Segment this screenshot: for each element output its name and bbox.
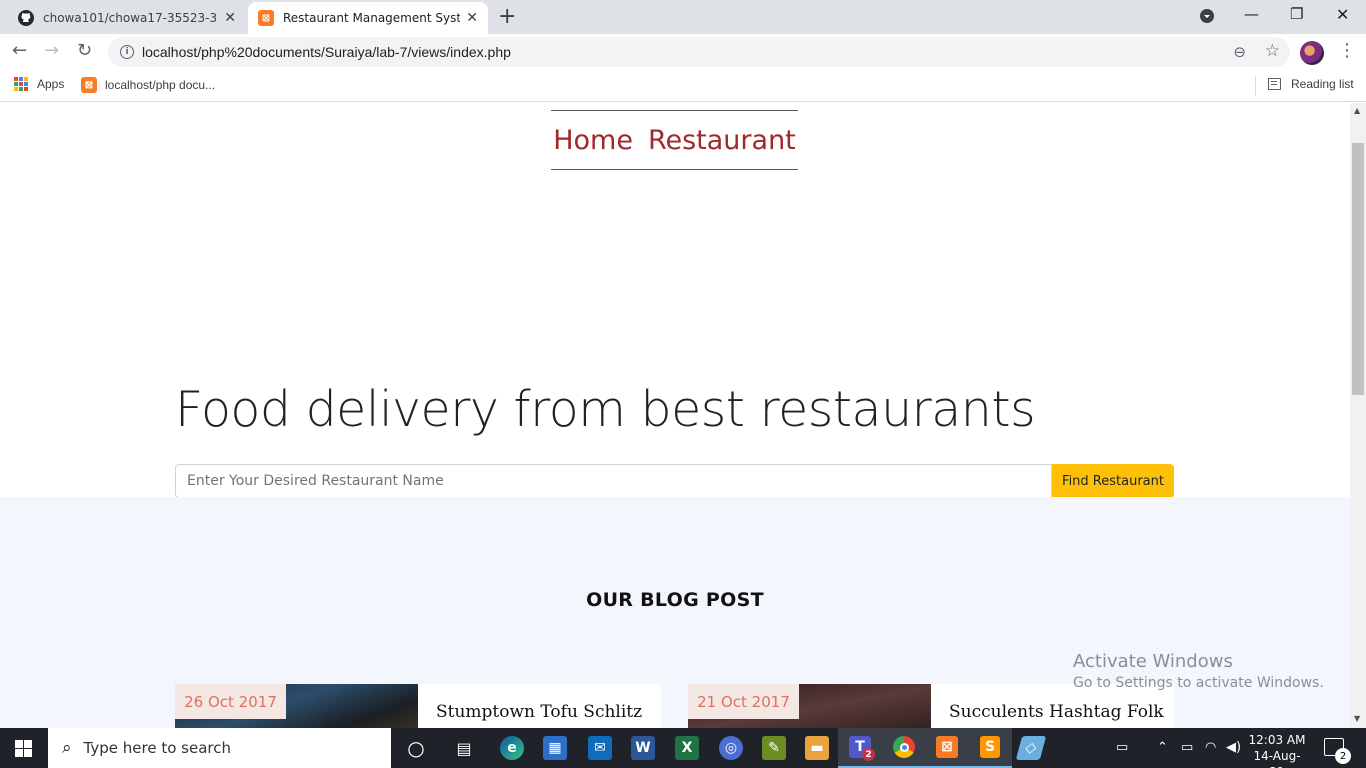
reading-list-label: Reading list <box>1291 77 1354 91</box>
restore-icon[interactable]: ❐ <box>1290 5 1303 23</box>
url-text[interactable]: localhost/php%20documents/Suraiya/lab-7/… <box>142 44 511 60</box>
blog-section: OUR BLOG POST 26 Oct 2017 Stumptown Tofu… <box>0 497 1350 728</box>
reading-list-icon <box>1268 78 1281 90</box>
bookmarks-bar: Apps ⊠ localhost/php docu... Reading lis… <box>0 70 1366 102</box>
bookmark-label: Apps <box>37 77 65 91</box>
blog-title[interactable]: Stumptown Tofu Schlitz <box>436 702 661 722</box>
blog-date: 21 Oct 2017 <box>688 684 799 719</box>
bookmarks-divider <box>1255 76 1256 96</box>
chrome-icon[interactable] <box>882 728 926 768</box>
watermark-title: Activate Windows <box>1073 651 1233 672</box>
bookmark-label: localhost/php docu... <box>105 78 216 92</box>
sublime-text-icon[interactable]: S <box>968 728 1012 768</box>
blog-title[interactable]: Succulents Hashtag Folk <box>949 702 1174 722</box>
word-icon[interactable]: W <box>631 736 655 760</box>
restaurant-search-input[interactable] <box>175 464 1052 498</box>
tab-github[interactable]: chowa101/chowa17-35523-3: We ✕ <box>8 2 246 34</box>
windows-taskbar: ⌕ Type here to search ○ ▤ e ▦ ✉ W X ◎ ✎ … <box>0 728 1366 768</box>
volume-icon[interactable]: ◀) <box>1226 740 1241 755</box>
scroll-up-arrow-icon[interactable]: ▲ <box>1354 106 1360 115</box>
tab-restaurant-management[interactable]: ⊠ Restaurant Management System ✕ <box>248 2 488 34</box>
notepad-icon[interactable]: ✎ <box>762 736 786 760</box>
tab-strip: chowa101/chowa17-35523-3: We ✕ ⊠ Restaur… <box>0 0 1366 34</box>
app-icon[interactable]: ◇ <box>1015 736 1047 760</box>
show-hidden-icons-icon[interactable]: ⌃ <box>1157 740 1168 755</box>
input-indicator-icon[interactable]: ▭ <box>1116 740 1128 755</box>
browser-app-icon[interactable]: ◎ <box>719 736 743 760</box>
page-scrollbar[interactable]: ▲ ▼ <box>1350 103 1366 728</box>
reload-icon[interactable]: ↻ <box>77 40 92 61</box>
taskbar-search-placeholder: Type here to search <box>83 739 231 757</box>
watermark-subtitle: Go to Settings to activate Windows. <box>1073 675 1324 691</box>
close-window-icon[interactable]: ✕ <box>1336 5 1349 24</box>
page-viewport: Home Restaurant Food delivery from best … <box>0 103 1350 728</box>
minimize-icon[interactable]: — <box>1244 5 1259 23</box>
battery-icon[interactable]: ▭ <box>1181 740 1193 755</box>
close-tab-icon[interactable]: ✕ <box>466 10 478 26</box>
wifi-icon[interactable]: ◠ <box>1205 740 1216 755</box>
taskbar-search-box[interactable]: ⌕ Type here to search <box>48 728 391 768</box>
store-icon[interactable]: ▦ <box>543 736 567 760</box>
task-view-icon[interactable]: ▤ <box>452 736 476 760</box>
address-bar[interactable]: i localhost/php%20documents/Suraiya/lab-… <box>108 37 1290 67</box>
find-restaurant-button[interactable]: Find Restaurant <box>1052 464 1174 498</box>
scroll-down-arrow-icon[interactable]: ▼ <box>1354 714 1360 723</box>
xampp-icon: ⊠ <box>81 77 97 93</box>
forward-icon[interactable]: → <box>44 40 59 61</box>
excel-icon[interactable]: X <box>675 736 699 760</box>
search-icon: ⌕ <box>62 738 72 758</box>
clock-date: 14-Aug-21 <box>1253 749 1301 768</box>
back-icon[interactable]: ← <box>12 40 27 61</box>
windows-start-icon[interactable] <box>15 740 32 757</box>
xampp-taskbar-icon[interactable]: ⊠ <box>925 728 969 768</box>
cortana-icon[interactable]: ○ <box>404 736 428 760</box>
hero-title: Food delivery from best restaurants <box>175 381 1036 438</box>
xampp-icon: ⊠ <box>258 10 274 26</box>
taskbar-clock[interactable]: 12:03 AM 14-Aug-21 <box>1246 732 1308 768</box>
file-explorer-icon[interactable]: ▬ <box>805 736 829 760</box>
zoom-icon[interactable]: ⊖ <box>1233 43 1246 61</box>
teams-badge: 2 <box>862 748 875 761</box>
nav-restaurant-link[interactable]: Restaurant <box>648 125 796 156</box>
tab-search-icon[interactable] <box>1199 8 1215 28</box>
github-icon <box>18 10 34 26</box>
blog-heading: OUR BLOG POST <box>586 589 764 611</box>
close-tab-icon[interactable]: ✕ <box>224 10 236 26</box>
reading-list-button[interactable]: Reading list <box>1268 77 1354 91</box>
bookmark-localhost[interactable]: ⊠ localhost/php docu... <box>81 77 215 93</box>
profile-avatar[interactable] <box>1300 41 1324 65</box>
tab-title: chowa101/chowa17-35523-3: We <box>43 11 219 25</box>
bookmark-star-icon[interactable]: ☆ <box>1265 41 1280 61</box>
main-nav: Home Restaurant <box>551 110 798 170</box>
nav-home-link[interactable]: Home <box>553 125 633 156</box>
blog-date: 26 Oct 2017 <box>175 684 286 719</box>
bookmark-apps[interactable]: Apps <box>14 77 64 91</box>
blog-card[interactable]: 26 Oct 2017 Stumptown Tofu Schlitz <box>175 684 661 728</box>
browser-toolbar: ← → ↻ i localhost/php%20documents/Suraiy… <box>0 34 1366 70</box>
apps-grid-icon <box>14 77 28 91</box>
edge-icon[interactable]: e <box>500 736 524 760</box>
blog-card-body: Stumptown Tofu Schlitz <box>418 684 661 728</box>
info-icon[interactable]: i <box>120 45 134 59</box>
scroll-thumb[interactable] <box>1352 143 1364 395</box>
mail-icon[interactable]: ✉ <box>588 736 612 760</box>
new-tab-button[interactable]: + <box>498 4 516 29</box>
activate-windows-watermark: Activate Windows Go to Settings to activ… <box>1073 651 1324 691</box>
teams-icon[interactable]: T2 <box>838 728 882 768</box>
tab-title: Restaurant Management System <box>283 11 461 25</box>
notification-count-badge: 2 <box>1335 748 1351 764</box>
menu-icon[interactable]: ⋮ <box>1338 40 1356 61</box>
clock-time: 12:03 AM <box>1248 733 1306 747</box>
